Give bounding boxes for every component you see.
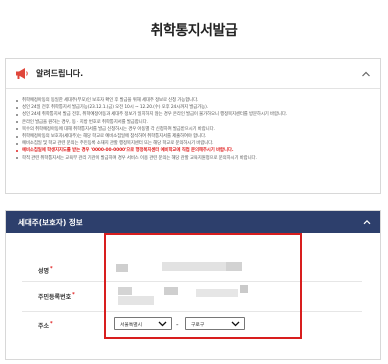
notice-item: 취학예정아동의 보호자(세대주)는 해당 학교로 예비소집일에 참석하여 취학통…	[16, 133, 366, 140]
notice-header: 알려드립니다.	[6, 59, 380, 89]
address-label: 주소	[38, 323, 50, 330]
notice-item: 취학예정아동의 동일한 세대주(부모)인 보호자 확인 후 발급을 위해 세대주…	[16, 97, 366, 104]
rrn-value-blurred	[118, 296, 154, 305]
notice-panel: 알려드립니다. 취학예정아동의 동일한 세대주(부모)인 보호자 확인 후 발급…	[5, 58, 381, 194]
megaphone-icon	[16, 68, 28, 79]
notice-list: 취학예정아동의 동일한 세대주(부모)인 보호자 확인 후 발급을 위해 세대주…	[6, 89, 380, 162]
chevron-up-icon[interactable]	[360, 68, 372, 80]
chevron-down-icon	[158, 321, 167, 327]
name-label: 성명	[38, 268, 50, 275]
guardian-header: 세대주(보호자) 정보	[6, 211, 380, 233]
notice-item: 성인 24세 취학통지서 발급 전후, 취학예정아동과 세대주 정보가 일치하지…	[16, 111, 366, 118]
notice-item: 학적 관련 취학통지서는 교육부 관리 기관이 발급하며 경우 서비스 이용 관…	[16, 155, 366, 162]
rrn-value-blurred	[196, 289, 238, 297]
notice-item: 온라인 발급을 원하는 경우, 동 · 지방 번호로 취학통지서를 발급합니다.	[16, 119, 366, 126]
notice-item-warning: 예비소집일에 학생지지도를 받는 경우 '0000-00-0000'으로 행정복…	[16, 147, 366, 154]
rrn-label: 주민등록번호	[38, 294, 72, 301]
sido-selected-value: 서울특별시	[120, 323, 143, 329]
sigungu-selected-value: 구로구	[191, 323, 205, 329]
sigungu-select[interactable]: 구로구	[185, 317, 245, 330]
required-mark: *	[50, 266, 53, 272]
name-input[interactable]	[116, 264, 128, 272]
notice-item: 성인 24일 전후 취학통지서 발급가능(23.12.1.(금) 오전 10시 …	[16, 104, 366, 111]
sido-select[interactable]: 서울특별시	[114, 317, 172, 330]
required-mark: *	[72, 292, 75, 298]
notice-item: 복수의 취학예정아동에 대해 취학통지서를 발급 신청하시는 경우 아동별 각 …	[16, 126, 366, 133]
rrn-input-front[interactable]	[118, 287, 132, 295]
name-value-blurred	[226, 262, 242, 271]
chevron-down-icon	[231, 321, 240, 327]
rrn-row: 주민등록번호*	[22, 282, 362, 312]
guardian-section-title: 세대주(보호자) 정보	[18, 218, 83, 227]
chevron-up-icon[interactable]	[362, 217, 372, 227]
rrn-input-back[interactable]	[164, 287, 178, 295]
address-separator: -	[176, 321, 179, 329]
required-mark: *	[50, 321, 53, 327]
notice-title: 알려드립니다.	[36, 69, 84, 78]
name-value-blurred	[162, 262, 226, 271]
page-title: 취학통지서발급	[150, 23, 238, 39]
notice-item: 예비소집일 및 학교 관련 문의는 주민등록 소재지 관할 행정복지센터 또는 …	[16, 140, 366, 147]
rrn-value-blurred	[240, 285, 248, 293]
